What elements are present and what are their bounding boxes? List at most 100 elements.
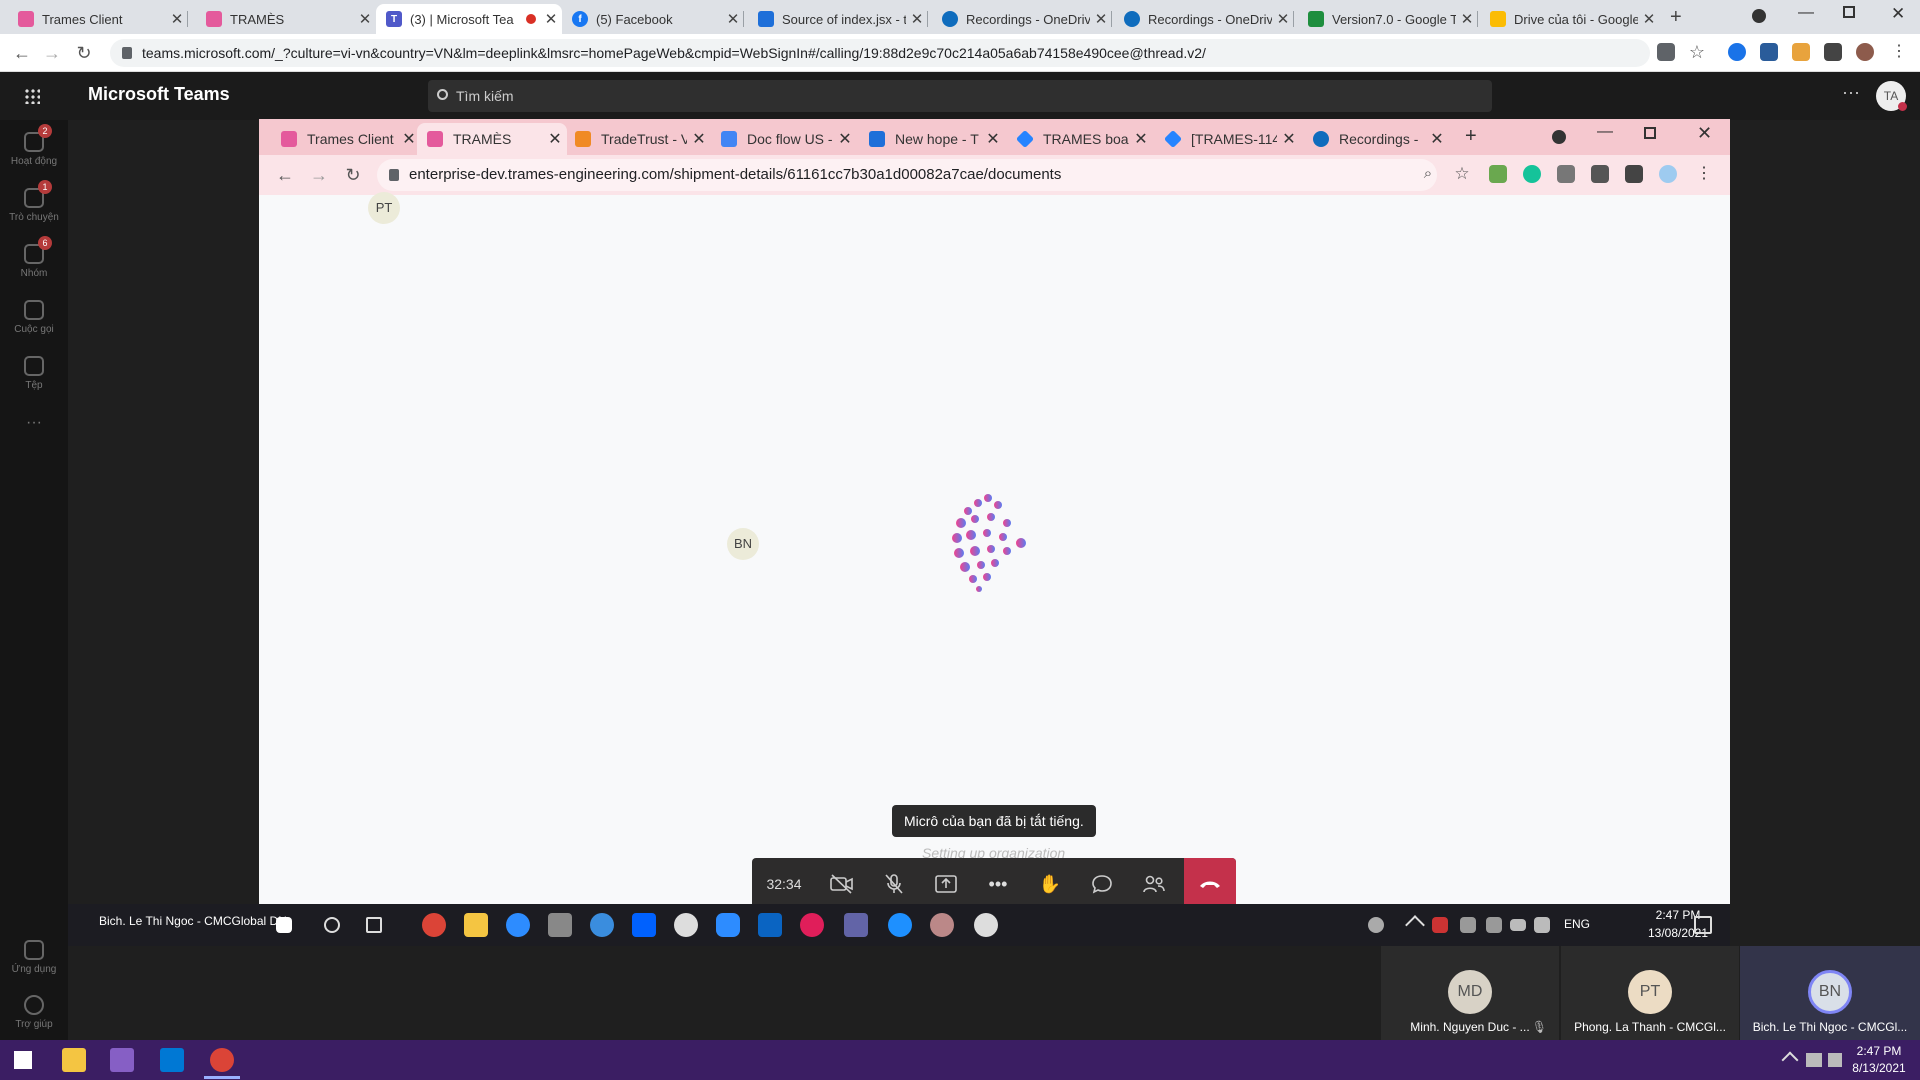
system-clock-date[interactable]: 8/13/2021 [1846, 1061, 1912, 1075]
mic-muted-icon[interactable] [868, 858, 920, 910]
share-screen-icon[interactable] [920, 858, 972, 910]
network-icon[interactable] [1806, 1053, 1822, 1067]
chrome-icon[interactable] [210, 1048, 234, 1072]
inner-tab-tradetrust: TradeTrust - V ✕ [565, 123, 711, 155]
inner-page-content [259, 195, 1730, 904]
file-explorer-icon[interactable] [62, 1048, 86, 1072]
visual-studio-icon[interactable] [110, 1048, 134, 1072]
call-control-bar: 32:34 ••• ✋ [752, 858, 1236, 910]
rail-item-chat[interactable]: 1 Trò chuyện [0, 180, 68, 223]
extension-icon[interactable] [1792, 43, 1810, 61]
battery-icon [1510, 919, 1526, 931]
vscode-icon[interactable] [160, 1048, 184, 1072]
tab-title: Drive của tôi - Google [1514, 11, 1638, 27]
outer-tab-facebook[interactable]: f (5) Facebook ✕ [562, 4, 744, 34]
extensions-puzzle-icon[interactable] [1824, 43, 1842, 61]
profile-avatar[interactable] [1856, 43, 1874, 61]
bookmark-star-icon[interactable]: ☆ [1688, 43, 1706, 61]
teams-group-icon: 6 [24, 236, 52, 264]
system-clock-time[interactable]: 2:47 PM [1846, 1044, 1912, 1058]
app-launcher-icon[interactable] [24, 88, 40, 104]
muted-tooltip: Micrô của bạn đã bị tắt tiếng. [892, 805, 1096, 837]
participant-tile-presenting[interactable]: BN Bich. Le Thi Ngoc - CMCGl... [1740, 946, 1920, 1040]
tab-favicon-icon [427, 131, 443, 147]
chat-bubble-icon[interactable] [1076, 858, 1128, 910]
rail-label: Hoạt động [10, 156, 58, 167]
rail-item-teams[interactable]: 6 Nhóm [0, 236, 68, 279]
tab-favicon-icon [869, 131, 885, 147]
tab-title: (5) Facebook [596, 11, 673, 27]
rail-label: Ứng dụng [11, 964, 57, 975]
outer-tab-trames[interactable]: TRAMÈS ✕ [196, 4, 376, 34]
tab-favicon-icon [281, 131, 297, 147]
teams-left-rail: 2 Hoạt động 1 Trò chuyện 6 Nhóm Cuộc gọi Tệ… [0, 120, 68, 1040]
tab-search-icon[interactable] [1752, 9, 1766, 23]
close-tab-icon[interactable]: ✕ [1090, 10, 1112, 28]
participant-tile[interactable]: MD Minh. Nguyen Duc - ... 🎙 [1381, 946, 1559, 1040]
close-tab-icon[interactable]: ✕ [166, 10, 188, 28]
close-tab-icon[interactable]: ✕ [540, 10, 562, 28]
task-view-icon [366, 917, 382, 933]
camera-off-icon[interactable] [816, 858, 868, 910]
rail-item-files[interactable]: Tệp [0, 356, 68, 391]
call-timer: 32:34 [766, 876, 802, 892]
back-icon[interactable]: ← [10, 41, 34, 65]
hang-up-button[interactable] [1184, 858, 1236, 910]
participant-tile[interactable]: PT Phong. La Thanh - CMCGl... [1561, 946, 1739, 1040]
tray-chevron-icon[interactable] [1781, 1051, 1799, 1069]
search-input[interactable]: Tìm kiếm [428, 80, 1492, 112]
emoji-app-icon [674, 913, 698, 937]
rail-item-activity[interactable]: 2 Hoạt động [0, 124, 68, 167]
outer-tab-microsoft-teams[interactable]: T (3) | Microsoft Tea ✕ [376, 4, 562, 34]
reload-icon[interactable]: ↻ [72, 41, 96, 65]
minimize-icon[interactable]: — [1798, 4, 1814, 22]
menu-dots-icon[interactable]: ⋮ [1890, 43, 1908, 61]
outer-tab-recordings-2[interactable]: Recordings - OneDrive ✕ [1114, 4, 1294, 34]
outer-tab-google-sheets[interactable]: Version7.0 - Google Tr ✕ [1298, 4, 1478, 34]
close-tab-icon: ✕ [1134, 131, 1148, 148]
outer-url-field[interactable]: teams.microsoft.com/_?culture=vi-vn&coun… [110, 39, 1650, 67]
inner-bookmark-star-icon: ☆ [1454, 164, 1470, 183]
participants-icon[interactable] [1128, 858, 1180, 910]
inner-reload-icon: ↻ [345, 165, 361, 185]
grammarly-icon [1523, 165, 1541, 183]
close-window-icon[interactable]: ✕ [1891, 4, 1905, 24]
notification-center-icon [1694, 916, 1712, 934]
more-actions-icon[interactable]: ••• [972, 858, 1024, 910]
close-tab-icon[interactable]: ✕ [906, 10, 928, 28]
extension-icon[interactable] [1760, 43, 1778, 61]
volume-icon[interactable] [1828, 1053, 1842, 1067]
help-icon [24, 995, 44, 1015]
app-icon [930, 913, 954, 937]
outer-tab-recordings-1[interactable]: Recordings - OneDrive ✕ [932, 4, 1112, 34]
rail-more-icon[interactable]: ··· [0, 414, 68, 432]
close-tab-icon[interactable]: ✕ [1456, 10, 1478, 28]
file-icon [24, 356, 44, 376]
screenshot-icon [1557, 165, 1575, 183]
outer-tab-trames-client[interactable]: Trames Client ✕ [8, 4, 188, 34]
close-tab-icon: ✕ [692, 131, 706, 148]
inner-profile-avatar [1659, 165, 1677, 183]
raise-hand-icon[interactable]: ✋ [1024, 858, 1076, 910]
more-options-icon[interactable]: ··· [1842, 82, 1860, 103]
rail-item-apps[interactable]: Ứng dụng [0, 940, 68, 975]
rail-item-help[interactable]: Trợ giúp [0, 995, 68, 1030]
user-initials: TA [1883, 89, 1899, 103]
reading-list-icon [1625, 165, 1643, 183]
outer-tab-google-drive[interactable]: Drive của tôi - Google ✕ [1480, 4, 1660, 34]
close-tab-icon[interactable]: ✕ [354, 10, 376, 28]
close-tab-icon[interactable]: ✕ [1272, 10, 1294, 28]
close-tab-icon[interactable]: ✕ [722, 10, 744, 28]
restore-icon[interactable] [1843, 6, 1855, 18]
close-tab-icon[interactable]: ✕ [1638, 10, 1660, 28]
camera-blocked-icon[interactable] [1657, 43, 1675, 61]
inner-tab-search-icon [1552, 130, 1566, 144]
outer-tab-source-index[interactable]: Source of index.jsx - tr ✕ [748, 4, 928, 34]
windows-start-icon[interactable] [14, 1051, 32, 1069]
rail-item-calls[interactable]: Cuộc gọi [0, 300, 68, 335]
inner-tab-trames-114: [TRAMES-114 ✕ [1155, 123, 1301, 155]
new-tab-icon[interactable]: + [1670, 6, 1682, 29]
extension-icon[interactable] [1728, 43, 1746, 61]
forward-icon[interactable]: → [40, 41, 64, 65]
user-avatar[interactable]: TA [1876, 81, 1907, 111]
